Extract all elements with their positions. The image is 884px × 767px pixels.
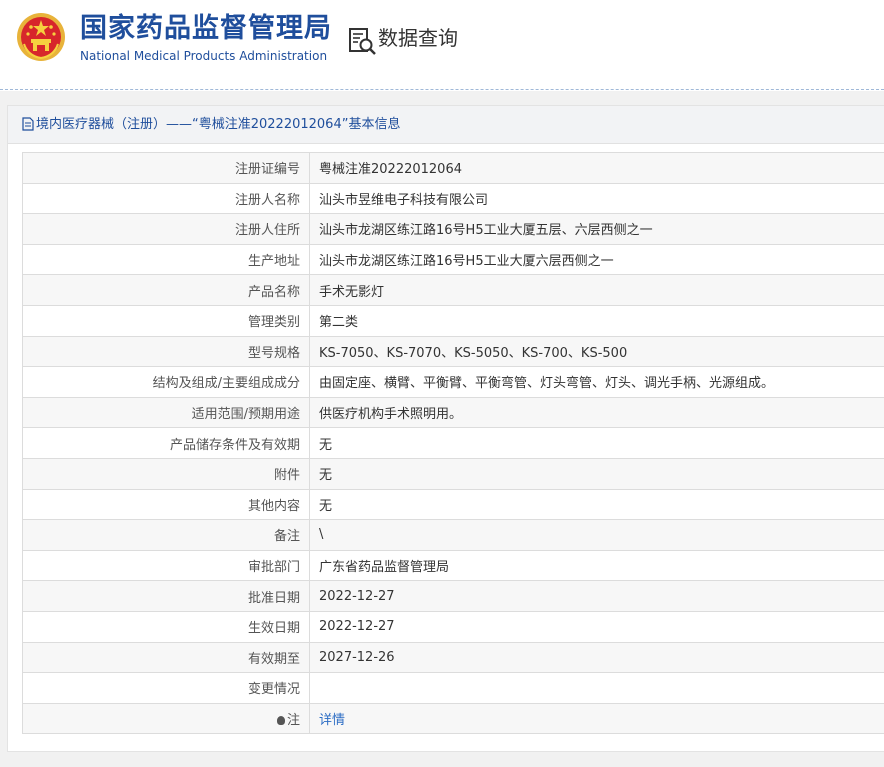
row-value: 2022-12-27 <box>309 580 884 612</box>
table-row: 生效日期 2022-12-27 <box>22 610 884 643</box>
row-value <box>309 672 884 704</box>
lightbulb-icon <box>276 715 285 725</box>
table-row: 审批部门 广东省药品监督管理局 <box>22 549 884 582</box>
note-label-cell: 注 <box>22 702 310 735</box>
row-label: 型号规格 <box>22 335 310 368</box>
row-label: 审批部门 <box>22 549 310 582</box>
row-label: 其他内容 <box>22 488 310 521</box>
section-title: 数据查询 <box>378 26 458 50</box>
agency-name-en: National Medical Products Administration <box>80 49 328 63</box>
row-value: 由固定座、横臂、平衡臂、平衡弯管、灯头弯管、灯头、调光手柄、光源组成。 <box>309 366 884 398</box>
row-value: 无 <box>309 457 884 490</box>
table-row: 产品储存条件及有效期 无 <box>22 427 884 459</box>
row-label: 有效期至 <box>22 641 310 674</box>
row-label: 适用范围/预期用途 <box>22 396 310 429</box>
document-search-icon <box>349 28 376 55</box>
row-label: 附件 <box>22 457 310 490</box>
panel-header: 境内医疗器械（注册）——“粤械注准20222012064”基本信息 <box>8 106 884 144</box>
row-label: 注册人名称 <box>22 182 310 215</box>
row-label: 备注 <box>22 519 310 551</box>
table-row: 型号规格 KS-7050、KS-7070、KS-5050、KS-700、KS-5… <box>22 335 884 368</box>
row-label: 产品储存条件及有效期 <box>22 427 310 459</box>
table-row: 有效期至 2027-12-26 <box>22 641 884 674</box>
row-label: 变更情况 <box>22 672 310 704</box>
table-row: 结构及组成/主要组成成分 由固定座、横臂、平衡臂、平衡弯管、灯头弯管、灯头、调光… <box>22 366 884 398</box>
table-row: 批准日期 2022-12-27 <box>22 580 884 612</box>
row-label: 管理类别 <box>22 304 310 337</box>
table-row: 注册人住所 汕头市龙湖区练江路16号H5工业大厦五层、六层西侧之一 <box>22 213 884 245</box>
row-label: 注册证编号 <box>22 152 310 184</box>
table-row: 生产地址 汕头市龙湖区练江路16号H5工业大厦六层西侧之一 <box>22 243 884 276</box>
row-value: 手术无影灯 <box>309 274 884 306</box>
note-label: 注 <box>286 712 300 728</box>
table-row: 备注 \ <box>22 519 884 551</box>
row-label: 批准日期 <box>22 580 310 612</box>
row-label: 生产地址 <box>22 243 310 276</box>
detail-panel: 境内医疗器械（注册）——“粤械注准20222012064”基本信息 注册证编号 … <box>7 105 884 752</box>
row-value: 汕头市龙湖区练江路16号H5工业大厦六层西侧之一 <box>309 243 884 276</box>
row-label: 注册人住所 <box>22 213 310 245</box>
table-row: 注册证编号 粤械注准20222012064 <box>22 152 884 184</box>
panel-title: 境内医疗器械（注册）——“粤械注准20222012064”基本信息 <box>36 117 401 132</box>
row-value: 供医疗机构手术照明用。 <box>309 396 884 429</box>
document-icon <box>22 117 34 131</box>
row-value: 汕头市昱维电子科技有限公司 <box>309 182 884 215</box>
row-value: 广东省药品监督管理局 <box>309 549 884 582</box>
row-value: 第二类 <box>309 304 884 337</box>
table-row: 附件 无 <box>22 457 884 490</box>
row-value: 汕头市龙湖区练江路16号H5工业大厦五层、六层西侧之一 <box>309 213 884 245</box>
row-value: 无 <box>309 427 884 459</box>
national-emblem-icon <box>17 13 65 61</box>
row-label: 产品名称 <box>22 274 310 306</box>
row-value: 粤械注准20222012064 <box>309 152 884 184</box>
row-label: 结构及组成/主要组成成分 <box>22 366 310 398</box>
row-value: 无 <box>309 488 884 521</box>
note-value-cell: 详情 <box>309 702 884 735</box>
row-value: KS-7050、KS-7070、KS-5050、KS-700、KS-500 <box>309 335 884 368</box>
row-value: \ <box>309 519 884 551</box>
row-label: 生效日期 <box>22 610 310 643</box>
details-link[interactable]: 详情 <box>319 713 345 728</box>
note-row: 注 详情 <box>22 702 884 735</box>
agency-name-cn: 国家药品监督管理局 <box>80 13 332 44</box>
table-row: 管理类别 第二类 <box>22 304 884 337</box>
row-value: 2027-12-26 <box>309 641 884 674</box>
table-row: 产品名称 手术无影灯 <box>22 274 884 306</box>
site-header: 国家药品监督管理局 National Medical Products Admi… <box>0 0 884 90</box>
row-value: 2022-12-27 <box>309 610 884 643</box>
table-row: 变更情况 <box>22 672 884 704</box>
device-info-table: 注册证编号 粤械注准20222012064 注册人名称 汕头市昱维电子科技有限公… <box>22 152 884 735</box>
table-row: 其他内容 无 <box>22 488 884 521</box>
header-divider <box>0 89 884 90</box>
table-row: 注册人名称 汕头市昱维电子科技有限公司 <box>22 182 884 215</box>
table-row: 适用范围/预期用途 供医疗机构手术照明用。 <box>22 396 884 429</box>
